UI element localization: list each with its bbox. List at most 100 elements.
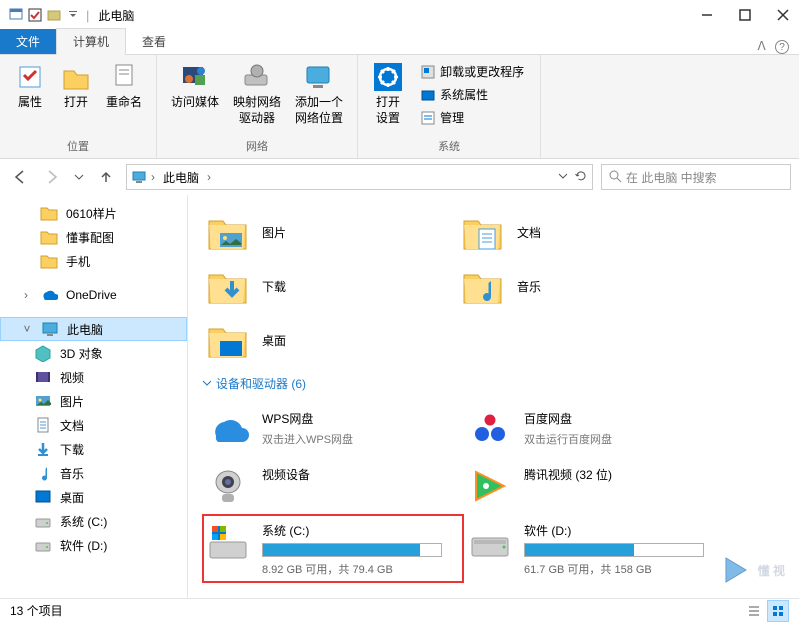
drive-item[interactable]: 视频设备 [202, 458, 464, 514]
sidebar-item-3d[interactable]: 3D 对象 [0, 341, 187, 365]
qat-dropdown-icon[interactable] [65, 7, 81, 23]
sidebar-item-label: OneDrive [66, 288, 117, 302]
sidebar-item-label: 手机 [66, 253, 90, 270]
sidebar-item-pc[interactable]: ˅ 此电脑 [0, 317, 187, 341]
music-icon [34, 464, 52, 482]
address-bar[interactable]: › 此电脑 › [126, 164, 593, 190]
nav-forward-icon[interactable] [40, 165, 64, 189]
btn-open-settings[interactable]: 打开 设置 [366, 57, 410, 136]
dl-icon [206, 265, 248, 307]
folder-label: 桌面 [262, 332, 286, 349]
music-icon [461, 265, 503, 307]
pc-icon [41, 320, 59, 338]
folder-item-music[interactable]: 音乐 [457, 259, 712, 313]
expand-icon[interactable]: › [20, 288, 32, 302]
folder-icon [40, 204, 58, 222]
drive-item[interactable]: WPS网盘双击进入WPS网盘 [202, 402, 464, 458]
sidebar-item-onedrive[interactable]: › OneDrive [0, 283, 187, 307]
drive-icon [468, 520, 512, 564]
btn-open[interactable]: 打开 [54, 57, 98, 136]
ribbon-group-network: 访问媒体 映射网络 驱动器 添加一个 网络位置 网络 [157, 55, 358, 158]
tab-file[interactable]: 文件 [0, 29, 56, 54]
sidebar-item-label: 软件 (D:) [60, 537, 107, 554]
crumb-root[interactable]: 此电脑 [159, 169, 203, 186]
maximize-button[interactable] [737, 7, 753, 23]
btn-sys-props[interactable]: 系统属性 [418, 84, 526, 105]
sidebar-item-video[interactable]: 视频 [0, 365, 187, 389]
btn-properties[interactable]: 属性 [8, 57, 52, 136]
folder-item-doc[interactable]: 文档 [457, 205, 712, 259]
onedrive-icon [40, 286, 58, 304]
folder-item-dl[interactable]: 下载 [202, 259, 457, 313]
folder-label: 下载 [262, 278, 286, 295]
section-header-drives[interactable]: 设备和驱动器 (6) [202, 367, 785, 402]
qat-folder-icon[interactable] [46, 7, 62, 23]
qat-checkbox-icon[interactable] [27, 7, 43, 23]
sidebar-item-drive[interactable]: 软件 (D:) [0, 533, 187, 557]
drive-item[interactable]: 百度网盘双击运行百度网盘 [464, 402, 726, 458]
navbar: › 此电脑 › 在 此电脑 中搜索 [0, 159, 799, 195]
nav-up-icon[interactable] [94, 165, 118, 189]
sidebar-item-doc[interactable]: 文档 [0, 413, 187, 437]
sidebar-item-drive[interactable]: 系统 (C:) [0, 509, 187, 533]
crumb-sep-icon[interactable]: › [151, 170, 155, 184]
drive-name: 视频设备 [262, 466, 460, 483]
minimize-button[interactable] [699, 7, 715, 23]
address-dropdown-icon[interactable] [558, 170, 568, 184]
pic-icon [206, 211, 248, 253]
sidebar-item-label: 0610样片 [66, 205, 117, 222]
dl-icon [34, 440, 52, 458]
drive-name: 软件 (D:) [524, 522, 722, 539]
folder-item-pic[interactable]: 图片 [202, 205, 457, 259]
ribbon-group-label-network: 网络 [246, 136, 268, 158]
sidebar-item-music[interactable]: 音乐 [0, 461, 187, 485]
btn-add-net-loc[interactable]: 添加一个 网络位置 [289, 57, 349, 136]
sidebar-item-label: 桌面 [60, 489, 84, 506]
search-input[interactable]: 在 此电脑 中搜索 [601, 164, 791, 190]
refresh-icon[interactable] [574, 169, 588, 186]
sidebar-item-label: 懂事配图 [66, 229, 114, 246]
btn-rename[interactable]: 重命名 [100, 57, 148, 136]
sidebar-item-folder[interactable]: 手机 [0, 249, 187, 273]
btn-uninstall[interactable]: 卸载或更改程序 [418, 61, 526, 82]
drive-subtitle: 双击进入WPS网盘 [262, 431, 460, 447]
nav-back-icon[interactable] [8, 165, 32, 189]
tab-computer[interactable]: 计算机 [56, 28, 126, 55]
sidebar-item-folder[interactable]: 0610样片 [0, 201, 187, 225]
folder-icon [40, 252, 58, 270]
view-large-icon[interactable] [767, 600, 789, 622]
sidebar-item-dl[interactable]: 下载 [0, 437, 187, 461]
drive-item[interactable]: 系统 (C:)8.92 GB 可用，共 79.4 GB [202, 514, 464, 583]
watermark-logo-icon [720, 554, 752, 586]
ribbon-collapse-icon[interactable]: ᐱ ? [757, 39, 799, 55]
sysdrive-icon [206, 520, 250, 564]
crumb-sep-icon[interactable]: › [207, 170, 211, 184]
drive-subtitle: 双击运行百度网盘 [524, 431, 722, 447]
sidebar-item-pic[interactable]: 图片 [0, 389, 187, 413]
pc-icon [131, 169, 147, 185]
folder-label: 文档 [517, 224, 541, 241]
sidebar-item-folder[interactable]: 懂事配图 [0, 225, 187, 249]
drive-space-text: 61.7 GB 可用，共 158 GB [524, 561, 722, 577]
sidebar-item-desk[interactable]: 桌面 [0, 485, 187, 509]
sidebar-item-label: 此电脑 [67, 321, 103, 338]
drive-item[interactable]: 软件 (D:) 61.7 GB 可用，共 158 GB [464, 514, 726, 583]
close-button[interactable] [775, 7, 791, 23]
drive-usage-bar [524, 543, 704, 557]
titlebar-left: | 此电脑 [8, 7, 134, 24]
btn-map-drive[interactable]: 映射网络 驱动器 [227, 57, 287, 136]
drive-item[interactable]: 腾讯视频 (32 位) [464, 458, 726, 514]
drive-icon [34, 512, 52, 530]
ribbon-group-system: 打开 设置 卸载或更改程序 系统属性 管理 系统 [358, 55, 541, 158]
baidu-icon [468, 408, 512, 452]
nav-history-icon[interactable] [72, 165, 86, 189]
view-details-icon[interactable] [743, 600, 765, 622]
folder-item-desk[interactable]: 桌面 [202, 313, 457, 367]
ribbon-group-location: 属性 打开 重命名 位置 [0, 55, 157, 158]
btn-manage[interactable]: 管理 [418, 107, 526, 128]
expand-icon[interactable]: ˅ [21, 322, 33, 336]
btn-access-media[interactable]: 访问媒体 [165, 57, 225, 136]
doc-icon [34, 416, 52, 434]
pic-icon [34, 392, 52, 410]
tab-view[interactable]: 查看 [126, 29, 182, 54]
